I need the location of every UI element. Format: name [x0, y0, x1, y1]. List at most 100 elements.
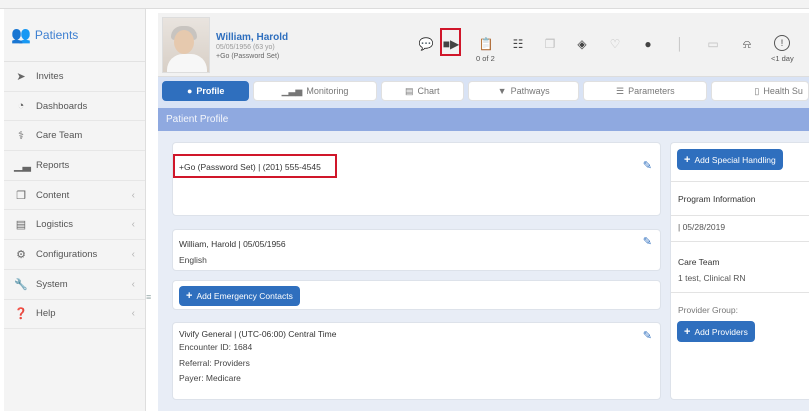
- main-panel: William, Harold 05/05/1956 (63 yo) +Go (…: [158, 13, 809, 411]
- edit-icon[interactable]: ✎: [643, 329, 652, 342]
- tab-profile[interactable]: ● Profile: [162, 81, 250, 101]
- medication-bag-icon[interactable]: ☷: [509, 35, 527, 53]
- add-emergency-contacts-button[interactable]: + Add Emergency Contacts: [179, 286, 300, 306]
- devices-icon[interactable]: ❐: [541, 35, 559, 53]
- thermometer-icon[interactable]: │: [671, 35, 689, 53]
- chevron-left-icon: ‹: [131, 248, 135, 260]
- payer: Payer: Medicare: [179, 373, 241, 383]
- clipboard-list-icon[interactable]: 📋: [477, 35, 495, 53]
- profile-content: +Go (Password Set) | (201) 555-4545 ✎ Wi…: [158, 131, 809, 411]
- tab-health-summary[interactable]: ▯ Health Su: [711, 81, 809, 101]
- avatar: [162, 17, 210, 73]
- patient-header: William, Harold 05/05/1956 (63 yo) +Go (…: [158, 13, 809, 77]
- user-icon: ●: [186, 86, 193, 96]
- right-card: + Add Special Handling Program Informati…: [670, 142, 809, 400]
- provider-group-label: Provider Group:: [678, 305, 738, 315]
- patient-go-status: +Go (Password Set): [216, 53, 280, 60]
- tab-monitoring[interactable]: ▁▃▅ Monitoring: [253, 81, 377, 101]
- sidebar-item-label: Care Team: [36, 130, 83, 142]
- bar-chart-icon: ▁▃▅: [281, 85, 303, 96]
- map-marker-icon: ▼: [497, 86, 507, 96]
- sidebar-brand[interactable]: 👥 Patients: [4, 9, 145, 62]
- encounter-id: Encounter ID: 1684: [179, 342, 253, 352]
- sidebar-brand-label: Patients: [34, 28, 79, 42]
- chart-icon: ▁▃: [14, 159, 31, 172]
- sidebar: 👥 Patients ➤ Invites ◔ Dashboards ⚕ Care…: [4, 9, 146, 411]
- edit-icon[interactable]: ✎: [643, 235, 652, 248]
- sidebar-item-invites[interactable]: ➤ Invites: [4, 62, 145, 92]
- program-information-label: Program Information: [678, 194, 756, 204]
- identity-card: William, Harold | 05/05/1956 English ✎: [172, 229, 661, 271]
- last-reading: <1 day: [771, 54, 794, 63]
- chevron-left-icon: ‹: [131, 278, 135, 290]
- wrench-icon: 🔧: [14, 278, 28, 291]
- alert-icon[interactable]: !: [774, 35, 790, 51]
- sidebar-item-label: Content: [36, 189, 70, 201]
- patient-dob: 05/05/1956 (63 yo): [216, 44, 275, 51]
- sidebar-collapse-handle[interactable]: ≡: [146, 292, 154, 302]
- add-special-handling-button[interactable]: + Add Special Handling: [677, 149, 783, 170]
- sidebar-item-label: Help: [36, 308, 56, 320]
- sidebar-item-content[interactable]: ❐ Content ‹: [4, 181, 145, 211]
- paper-plane-icon: ➤: [16, 70, 26, 83]
- edit-icon[interactable]: ✎: [643, 159, 652, 172]
- top-strip: [0, 0, 809, 9]
- chat-icon[interactable]: 💬: [417, 35, 435, 53]
- add-providers-button[interactable]: + Add Providers: [677, 321, 755, 342]
- right-column: + Add Special Handling Program Informati…: [670, 131, 809, 411]
- care-team-icon: ⚕: [18, 130, 24, 143]
- program-date: | 05/28/2019: [678, 222, 726, 232]
- facility-card: Vivify General | (UTC-06:00) Central Tim…: [172, 322, 661, 400]
- tab-parameters[interactable]: ☰ Parameters: [583, 81, 708, 101]
- clipboard-icon: ▤: [405, 85, 414, 96]
- users-icon: 👥: [11, 27, 31, 44]
- briefcase-icon: ▤: [15, 219, 27, 232]
- gears-icon: ⚙: [16, 248, 26, 261]
- facility-timezone: Vivify General | (UTC-06:00) Central Tim…: [179, 329, 337, 339]
- sidebar-item-label: Invites: [36, 70, 64, 82]
- tab-pathways[interactable]: ▼ Pathways: [468, 81, 580, 101]
- dashboard-icon: ◔: [17, 100, 25, 113]
- referral: Referral: Providers: [179, 358, 250, 368]
- sidebar-item-care-team[interactable]: ⚕ Care Team: [4, 121, 145, 152]
- sidebar-item-label: Reports: [36, 159, 70, 171]
- heart-rate-icon[interactable]: ♡: [606, 35, 624, 53]
- chevron-left-icon: ‹: [131, 308, 135, 320]
- question-icon: ❓: [14, 308, 28, 321]
- task-count: 0 of 2: [476, 54, 495, 63]
- patient-name[interactable]: William, Harold: [216, 32, 288, 43]
- sidebar-item-help[interactable]: ❓ Help ‹: [4, 300, 145, 330]
- plus-icon: +: [684, 325, 691, 338]
- sidebar-item-label: Logistics: [36, 219, 73, 231]
- sidebar-item-label: Dashboards: [36, 100, 88, 112]
- video-call-highlight: [440, 28, 461, 56]
- care-team-value: 1 test, Clinical RN: [678, 273, 746, 283]
- plus-icon: +: [186, 290, 193, 302]
- sidebar-item-logistics[interactable]: ▤ Logistics ‹: [4, 210, 145, 241]
- emergency-contacts-card: + Add Emergency Contacts: [172, 280, 661, 310]
- pill-icon[interactable]: ▭: [704, 35, 722, 53]
- bell-icon[interactable]: ⍾: [738, 35, 756, 53]
- care-team-label: Care Team: [678, 257, 720, 267]
- sliders-icon: ☰: [616, 85, 625, 96]
- sidebar-item-label: System: [36, 278, 68, 290]
- copy-icon: ❐: [16, 189, 26, 202]
- sidebar-item-system[interactable]: 🔧 System ‹: [4, 270, 145, 300]
- droplet-icon[interactable]: ●: [639, 35, 657, 53]
- tab-chart[interactable]: ▤ Chart: [380, 81, 464, 101]
- document-icon: ▯: [754, 85, 760, 96]
- contact-phone: +Go (Password Set) | (201) 555-4545: [179, 162, 321, 172]
- patient-language: English: [179, 255, 207, 265]
- sidebar-item-configurations[interactable]: ⚙ Configurations ‹: [4, 240, 145, 270]
- plus-icon: +: [684, 153, 691, 166]
- section-title: Patient Profile: [158, 108, 809, 131]
- tab-bar: ● Profile ▁▃▅ Monitoring ▤ Chart ▼ Pathw…: [162, 81, 809, 101]
- sidebar-item-dashboards[interactable]: ◔ Dashboards: [4, 92, 145, 122]
- chevron-left-icon: ‹: [131, 219, 135, 231]
- chevron-left-icon: ‹: [131, 189, 135, 201]
- sidebar-item-label: Configurations: [36, 248, 98, 260]
- sidebar-item-reports[interactable]: ▁▃ Reports: [4, 151, 145, 181]
- patient-name-dob: William, Harold | 05/05/1956: [179, 239, 286, 249]
- contact-card: +Go (Password Set) | (201) 555-4545 ✎: [172, 142, 661, 216]
- scale-icon[interactable]: ◈: [573, 35, 591, 53]
